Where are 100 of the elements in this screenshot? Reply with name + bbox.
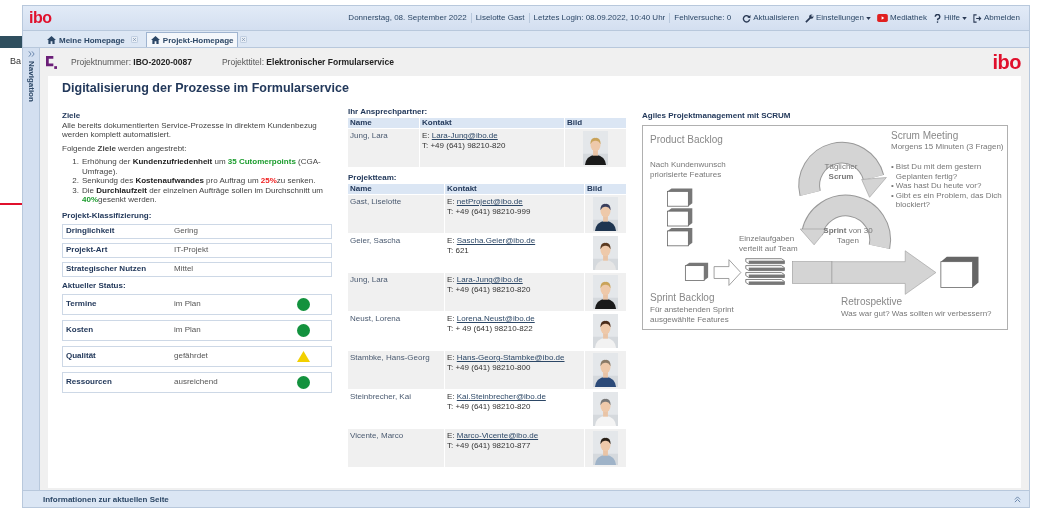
email-link[interactable]: Kai.Steinbrecher@ibo.de	[456, 392, 546, 401]
logout-icon	[972, 13, 982, 23]
diagram-text: Für anstehenden Sprint ausgewählte Features	[650, 305, 735, 324]
info-bar-label: Informationen zur aktuellen Seite	[43, 494, 169, 504]
header-info: Fehlversuche: 0	[673, 13, 733, 23]
column-header: Bild	[565, 118, 626, 128]
diagram-label: Retrospektive	[841, 296, 903, 308]
section-heading: Ihr Ansprechpartner:	[348, 107, 429, 117]
task-stack-drawing	[745, 258, 785, 285]
phone-number: T: 621	[447, 245, 470, 255]
list-number: 1.	[71, 157, 79, 168]
row-value: Gering	[174, 226, 199, 236]
email-link[interactable]: Lara-Jung@ibo.de	[456, 275, 523, 284]
phone-number: T: +49 (641) 98210-820	[422, 140, 507, 150]
home-icon	[47, 36, 56, 44]
goals-intro: Folgende Ziele werden angestrebt:	[62, 143, 188, 153]
name-cell: Stambke, Hans-Georg	[348, 351, 444, 389]
tab-label: Meine Homepage	[59, 35, 125, 45]
section-heading: Aktueller Status:	[62, 280, 127, 291]
phone-number: T: +49 (641) 98210-999	[447, 206, 532, 216]
row-label: Projekt-Art	[66, 245, 109, 255]
row-label: Ressourcen	[66, 377, 113, 387]
logo: ibo	[992, 50, 1021, 74]
header-action-button[interactable]: Mediathek	[874, 13, 930, 23]
column-header: Kontakt	[420, 118, 564, 128]
header-info: Letztes Login: 08.09.2022, 10:40 Uhr	[529, 13, 671, 23]
tab-label: Projekt-Homepage	[162, 35, 234, 45]
phone-number: T: +49 (641) 98210-800	[447, 362, 532, 372]
email-line: E: Lara-Jung@ibo.de	[447, 275, 524, 285]
name-cell: Gast, Liselotte	[348, 195, 444, 233]
email-line: E: Kai.Steinbrecher@ibo.de	[447, 392, 547, 402]
help-icon	[932, 13, 942, 23]
section-heading: Agiles Projektmanagement mit SCRUM	[642, 111, 792, 121]
header-action-button[interactable]: Einstellungen	[802, 13, 875, 23]
email-line: E: netProject@ibo.de	[447, 197, 524, 207]
name-cell: Vicente, Marco	[348, 429, 444, 467]
row-value: im Plan	[174, 325, 202, 335]
info-bar[interactable]: Informationen zur aktuellen Seite	[23, 490, 1029, 507]
header-action-button[interactable]: Abmelden	[969, 13, 1023, 23]
play-icon	[877, 14, 889, 22]
goal-item: Erhöhung der Kundenzufriedenheit um 35 Cutomerpoints (CGA-Umfrage).	[82, 157, 322, 176]
email-line: E: Hans-Georg-Stambke@ibo.de	[447, 353, 566, 363]
diagram-text: Was war gut? Was sollten wir verbessern?	[841, 309, 992, 319]
row-value: im Plan	[174, 299, 202, 309]
email-link[interactable]: netProject@ibo.de	[456, 197, 523, 206]
header-action-button[interactable]: Hilfe	[929, 13, 970, 23]
header-info: Liselotte Gast	[471, 13, 530, 23]
diagram-text: Nach Kundenwunsch priorisierte Features	[650, 160, 727, 179]
goal-item: Senkundg des Kostenaufwandes pro Auftrag um 25%zu senken.	[82, 176, 316, 186]
diagram-label: Product Backlog	[650, 134, 720, 146]
phone-number: T: +49 (641) 98210-877	[447, 440, 532, 450]
column-header: Name	[348, 184, 444, 194]
bullet: •	[891, 190, 894, 202]
goal-item: Die Durchlaufzeit der einzelnen Aufträge sollen im Durchschnitt um 40%gesenkt werden.	[82, 185, 324, 205]
diagram-text: Einzelaufgaben verteilt auf Team	[739, 234, 799, 253]
close-icon[interactable]	[240, 36, 248, 43]
product-backlog-stack-drawing	[667, 188, 693, 247]
phone-number: T: +49 (641) 98210-820	[447, 284, 532, 294]
background-bar	[0, 36, 22, 48]
diagram-text: Bist Du mit dem gestern Geplanten fertig?	[895, 162, 983, 181]
section-heading: Projektteam:	[348, 173, 398, 183]
email-line: E: Sascha.Geier@ibo.de	[447, 236, 537, 246]
row-label: Termine	[66, 299, 98, 309]
row-value: gefährdet	[174, 351, 209, 361]
column-header: Kontakt	[445, 184, 584, 194]
email-link[interactable]: Sascha.Geier@ibo.de	[456, 236, 536, 245]
project-title: Projekttitel: Elektronischer Formularservice	[221, 57, 394, 67]
tab[interactable]: Projekt-Homepage	[145, 32, 239, 47]
list-number: 3.	[71, 185, 79, 197]
wrench-icon	[805, 13, 814, 23]
email-link[interactable]: Lara-Jung@ibo.de	[431, 131, 498, 140]
phone-number: T: +49 (641) 98210-820	[447, 401, 532, 411]
goals-text: Alle bereits dokumentierten Service-Prozesse in direktem Kundenbezug werden komplett automatisiert.	[62, 120, 318, 140]
column-header: Bild	[585, 184, 626, 194]
email-link[interactable]: Lorena.Neust@ibo.de	[456, 314, 535, 323]
email-line: E: Lorena.Neust@ibo.de	[447, 314, 536, 324]
email-link[interactable]: Marco-Vicente@ibo.de	[456, 431, 539, 440]
section-heading: Ziele	[62, 111, 82, 121]
diagram-label: Sprint Backlog	[650, 292, 715, 304]
name-cell: Jung, Lara	[348, 129, 419, 167]
email-line: E: Lara-Jung@ibo.de	[422, 131, 499, 141]
result-box-drawing	[940, 256, 979, 288]
sprint-backlog-box-drawing	[685, 262, 709, 281]
collapse-icon[interactable]	[1014, 495, 1021, 503]
header-action-button[interactable]: Aktualisieren	[739, 13, 802, 23]
close-icon[interactable]	[130, 36, 138, 43]
logo: ibo	[29, 9, 52, 27]
phone-number: T: + 49 (641) 98210-822	[447, 323, 534, 333]
diagram-label: Scrum Meeting	[891, 130, 959, 142]
name-cell: Jung, Lara	[348, 273, 444, 311]
navigation-label: Navigation	[26, 61, 36, 102]
row-value: IT-Projekt	[174, 245, 210, 255]
expand-icon[interactable]	[27, 51, 35, 57]
row-label: Kosten	[66, 325, 95, 335]
row-value: Mittel	[174, 264, 195, 274]
email-link[interactable]: Hans-Georg-Stambke@ibo.de	[456, 353, 565, 362]
navigation-panel[interactable]: Navigation	[23, 48, 40, 490]
email-line: E: Marco-Vicente@ibo.de	[447, 431, 540, 441]
row-label: Dringlichkeit	[66, 226, 116, 236]
bullet: •	[891, 181, 894, 191]
